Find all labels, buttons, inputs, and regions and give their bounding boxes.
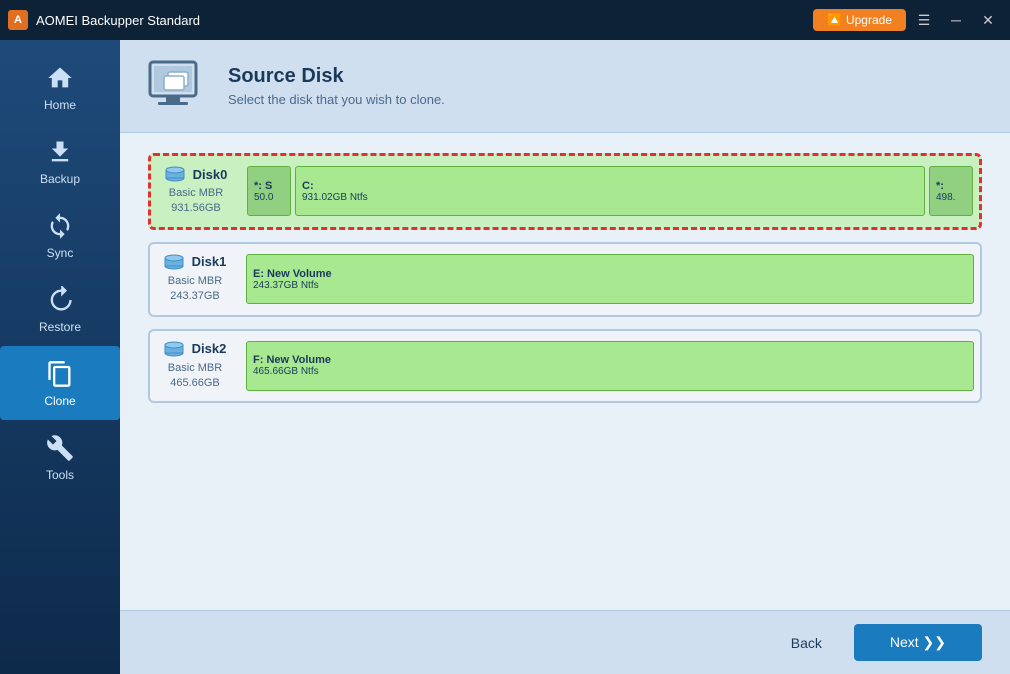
sidebar-item-sync[interactable]: Sync [0, 198, 120, 272]
disk0-icon [165, 166, 185, 182]
close-button[interactable]: ✕ [974, 6, 1002, 34]
disk1-partitions: E: New Volume 243.37GB Ntfs [240, 244, 980, 315]
sidebar-item-home[interactable]: Home [0, 50, 120, 124]
disk2-icon-wrap: Disk2 [164, 341, 227, 357]
minimize-button[interactable]: ─ [942, 6, 970, 34]
sync-icon [44, 210, 76, 242]
disk0-icon-wrap: Disk0 [165, 166, 228, 182]
content-area: Source Disk Select the disk that you wis… [120, 40, 1010, 674]
disk0-partitions: *: S 50.0 C: 931.02GB Ntfs *: 498. [241, 156, 979, 227]
main-layout: Home Backup Sync Restore Clone [0, 40, 1010, 674]
sidebar-item-backup[interactable]: Backup [0, 124, 120, 198]
titlebar-controls: 🔼 Upgrade ☰ ─ ✕ [813, 6, 1002, 34]
sidebar-label-home: Home [44, 98, 76, 112]
menu-button[interactable]: ☰ [910, 6, 938, 34]
page-subtitle: Select the disk that you wish to clone. [228, 92, 445, 107]
disk0-name: Disk0 [193, 167, 228, 182]
disk0-partition-system: *: S 50.0 [247, 166, 291, 216]
titlebar-left: A AOMEI Backupper Standard [8, 10, 200, 30]
tools-icon [44, 432, 76, 464]
sidebar-label-backup: Backup [40, 172, 80, 186]
upgrade-button[interactable]: 🔼 Upgrade [813, 9, 906, 31]
home-icon [44, 62, 76, 94]
sidebar-label-restore: Restore [39, 320, 81, 334]
disk1-name: Disk1 [192, 254, 227, 269]
disk0-partition-recovery: *: 498. [929, 166, 973, 216]
backup-icon [44, 136, 76, 168]
disk0-meta: Basic MBR 931.56GB [169, 186, 223, 217]
app-icon: A [8, 10, 28, 30]
disk2-icon [164, 341, 184, 357]
page-title: Source Disk [228, 65, 445, 88]
sidebar-item-restore[interactable]: Restore [0, 272, 120, 346]
sidebar-item-clone[interactable]: Clone [0, 346, 120, 420]
source-disk-illustration [144, 58, 208, 114]
back-button[interactable]: Back [771, 627, 842, 659]
disk-list: Disk0 Basic MBR 931.56GB *: S 50.0 [120, 133, 1010, 610]
disk2-meta: Basic MBR 465.66GB [168, 361, 222, 392]
disk0-partition-c: C: 931.02GB Ntfs [295, 166, 925, 216]
upgrade-icon: 🔼 [827, 13, 842, 27]
disk1-icon [164, 254, 184, 270]
next-button[interactable]: Next ❯❯ [854, 624, 982, 661]
page-header-icon [144, 58, 208, 114]
sidebar: Home Backup Sync Restore Clone [0, 40, 120, 674]
sidebar-label-tools: Tools [46, 468, 74, 482]
disk2-partition-f: F: New Volume 465.66GB Ntfs [246, 341, 974, 391]
app-title: AOMEI Backupper Standard [36, 13, 200, 28]
disk0-info: Disk0 Basic MBR 931.56GB [151, 156, 241, 227]
disk1-partition-e: E: New Volume 243.37GB Ntfs [246, 254, 974, 304]
sidebar-label-sync: Sync [47, 246, 74, 260]
page-header: Source Disk Select the disk that you wis… [120, 40, 1010, 133]
disk1-icon-wrap: Disk1 [164, 254, 227, 270]
disk2-name: Disk2 [192, 341, 227, 356]
disk2-info: Disk2 Basic MBR 465.66GB [150, 331, 240, 402]
disk2-partitions: F: New Volume 465.66GB Ntfs [240, 331, 980, 402]
disk-item-disk0[interactable]: Disk0 Basic MBR 931.56GB *: S 50.0 [148, 153, 982, 230]
footer: Back Next ❯❯ [120, 610, 1010, 674]
restore-icon [44, 284, 76, 316]
disk-item-disk1[interactable]: Disk1 Basic MBR 243.37GB E: New Volume 2… [148, 242, 982, 317]
titlebar: A AOMEI Backupper Standard 🔼 Upgrade ☰ ─… [0, 0, 1010, 40]
clone-icon [44, 358, 76, 390]
disk1-meta: Basic MBR 243.37GB [168, 274, 222, 305]
sidebar-item-tools[interactable]: Tools [0, 420, 120, 494]
page-header-text: Source Disk Select the disk that you wis… [228, 65, 445, 107]
disk-item-disk2[interactable]: Disk2 Basic MBR 465.66GB F: New Volume 4… [148, 329, 982, 404]
disk1-info: Disk1 Basic MBR 243.37GB [150, 244, 240, 315]
sidebar-label-clone: Clone [44, 394, 75, 408]
